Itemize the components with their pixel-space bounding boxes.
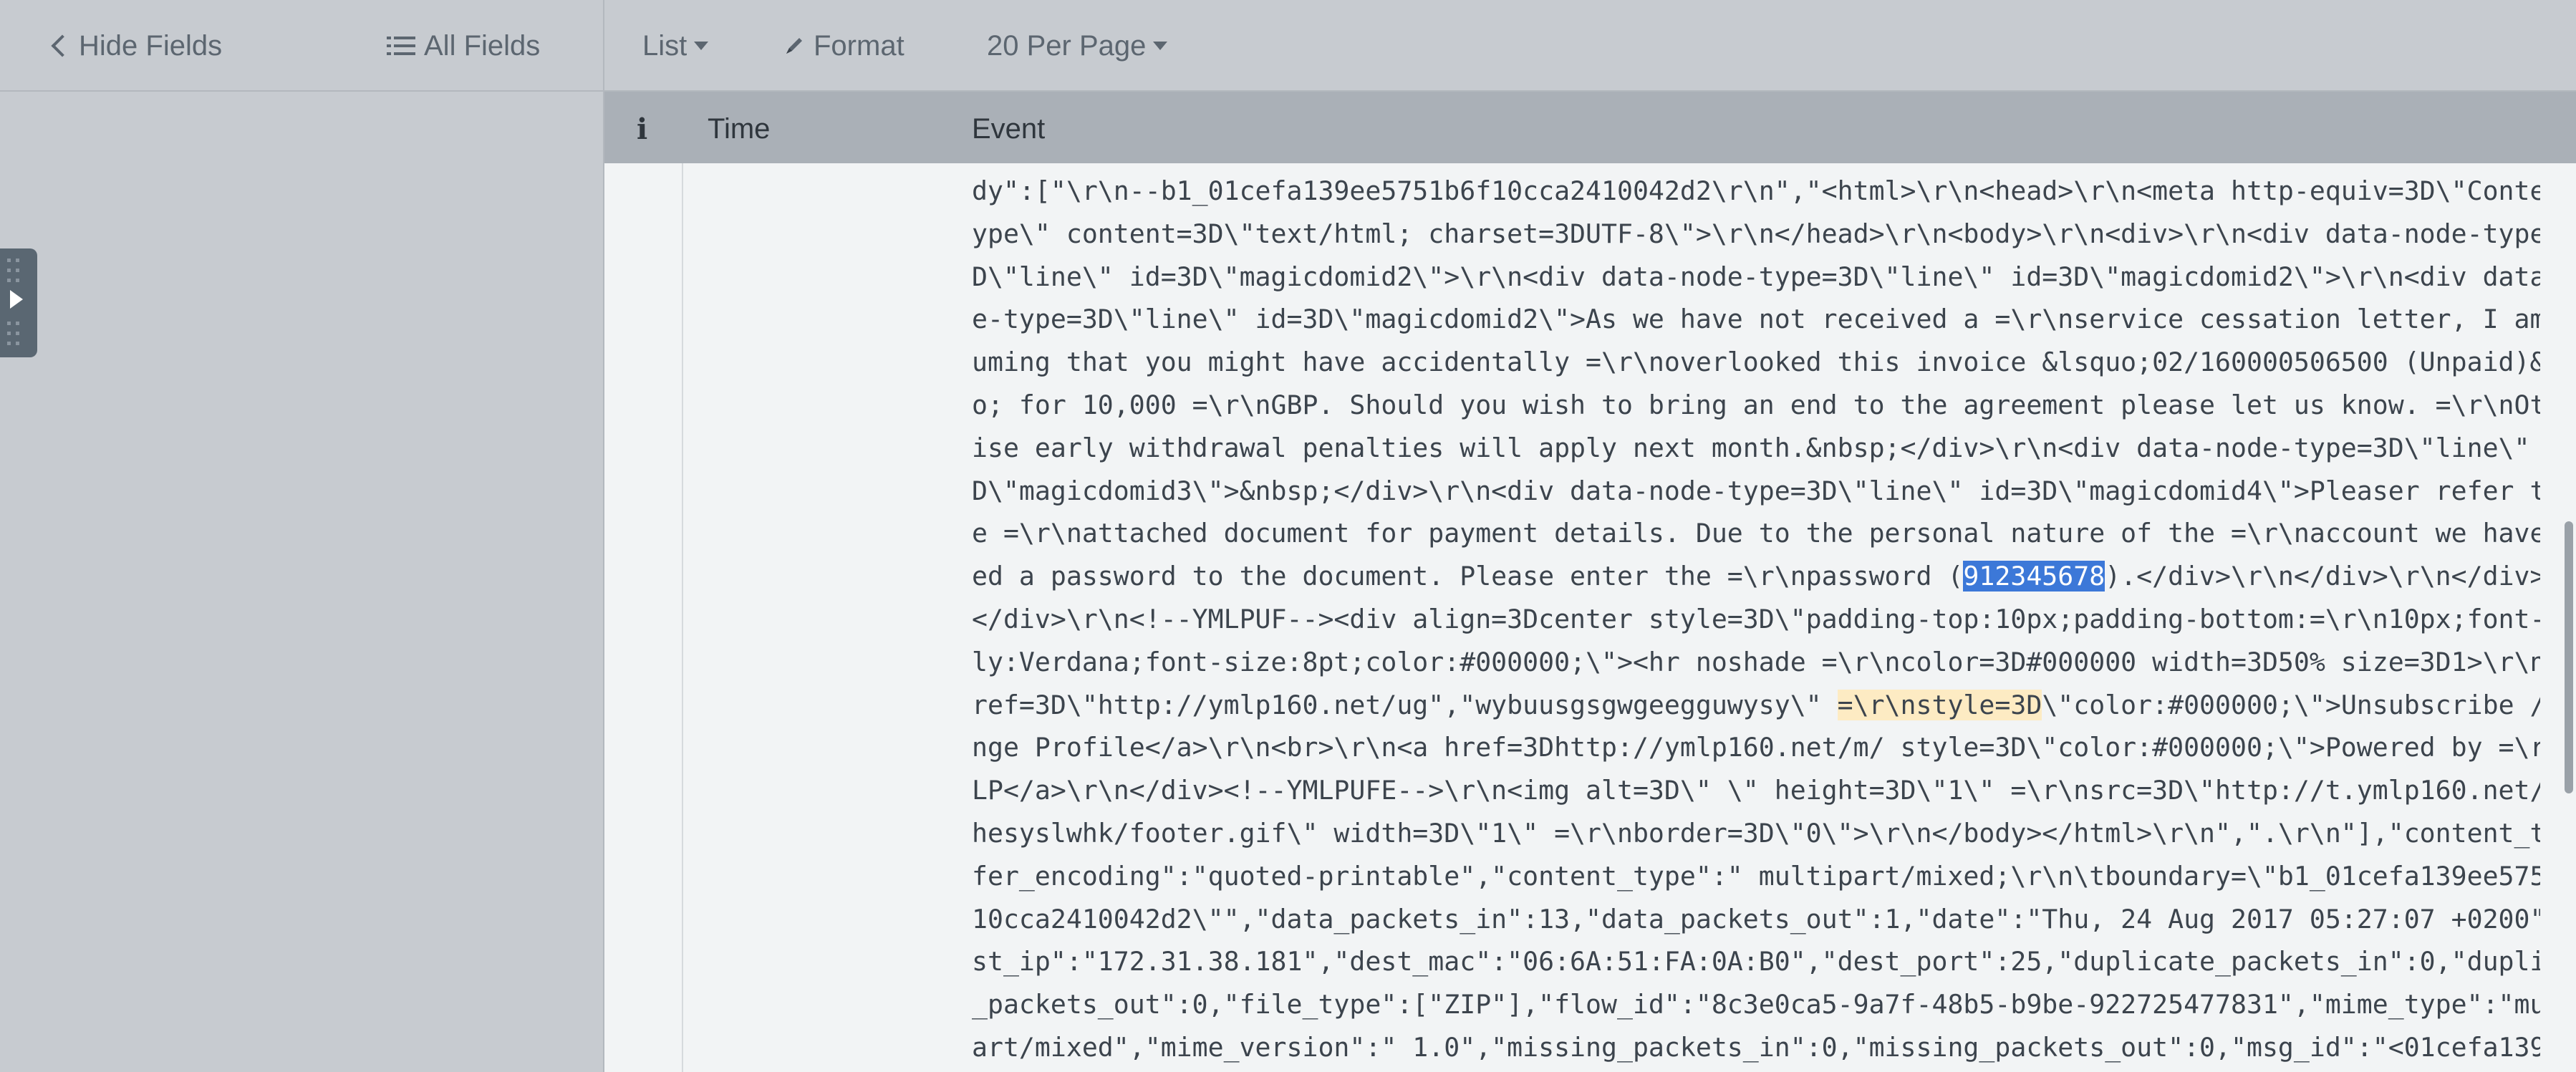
event-text-line: nge Profile</a>\r\n<br>\r\n<a href=3Dhtt… (972, 726, 2540, 769)
event-text-line: D\"line\" id=3D\"magicdomid2\">\r\n<div … (972, 256, 2540, 299)
event-text-segment: \"color:#000000;\">Unsubscribe / Cha (2042, 689, 2540, 720)
event-text-line: </div>\r\n<!--YMLPUF--><div align=3Dcent… (972, 598, 2540, 641)
event-text-segment: uming that you might have accidentally =… (972, 347, 2540, 378)
event-text-line: dy":["\r\n--b1_01cefa139ee5751b6f10cca24… (972, 170, 2540, 213)
format-button[interactable]: Format (783, 27, 905, 64)
event-text-segment: ).</div>\r\n</div>\r\n</div>\r\n (2105, 561, 2540, 592)
row-divider (682, 163, 683, 1072)
vertical-scrollbar[interactable] (2560, 163, 2576, 1072)
time-column-header[interactable]: Time (708, 110, 770, 148)
info-column-header[interactable]: i (637, 110, 647, 148)
event-text-segment: ly:Verdana;font-size:8pt;color:#000000;\… (972, 646, 2540, 677)
event-text-line: art/mixed","mime_version":" 1.0","missin… (972, 1026, 2540, 1069)
play-icon (10, 290, 23, 309)
event-text-segment: LP</a>\r\n</div><!--YMLPUFE-->\r\n<img a… (972, 775, 2540, 806)
caret-down-icon (1153, 42, 1168, 50)
event-text-segment: art/mixed","mime_version":" 1.0","missin… (972, 1031, 2540, 1063)
event-text-line: uming that you might have accidentally =… (972, 341, 2540, 384)
list-label: List (642, 29, 688, 62)
all-fields-label: All Fields (424, 29, 541, 62)
event-text-segment: dy":["\r\n--b1_01cefa139ee5751b6f10cca24… (972, 175, 2540, 206)
event-raw-text[interactable]: dy":["\r\n--b1_01cefa139ee5751b6f10cca24… (972, 170, 2540, 1069)
event-text-line: ype\" content=3D\"text/html; charset=3DU… (972, 213, 2540, 256)
event-text-line: _packets_out":0,"file_type":["ZIP"],"flo… (972, 983, 2540, 1026)
event-text-line: st_ip":"172.31.38.181","dest_mac":"06:6A… (972, 940, 2540, 983)
event-text-line: ed a password to the document. Please en… (972, 555, 2540, 598)
event-text-segment: ype\" content=3D\"text/html; charset=3DU… (972, 218, 2540, 249)
event-text-line: 10cca2410042d2\"","data_packets_in":13,"… (972, 898, 2540, 941)
event-text-segment: fer_encoding":"quoted-printable","conten… (972, 860, 2540, 892)
results-toolbar: List Format 20 Per Page (603, 0, 2576, 92)
scrollbar-thumb[interactable] (2565, 521, 2573, 793)
selected-password-text: 912345678 (1963, 561, 2105, 592)
event-text-line: fer_encoding":"quoted-printable","conten… (972, 855, 2540, 898)
time-column-label: Time (708, 112, 771, 145)
event-text-line: hesyslwhk/footer.gif\" width=3D\"1\" =\r… (972, 812, 2540, 855)
event-text-segment: ise early withdrawal penalties will appl… (972, 432, 2540, 463)
sidebar-header: Hide Fields All Fields (0, 0, 603, 92)
pencil-icon (786, 38, 802, 54)
event-text-line: o; for 10,000 =\r\nGBP. Should you wish … (972, 384, 2540, 427)
event-text-segment: ref=3D\"http://ymlp160.net/ug","wybuusgs… (972, 689, 1838, 720)
event-text-segment: nge Profile</a>\r\n<br>\r\n<a href=3Dhtt… (972, 732, 2540, 763)
event-text-segment: st_ip":"172.31.38.181","dest_mac":"06:6A… (972, 946, 2540, 977)
results-column-header: i Time Event (603, 92, 2576, 163)
event-column-header[interactable]: Event (972, 110, 1045, 148)
all-fields-button[interactable]: All Fields (387, 27, 540, 64)
event-column-label: Event (972, 112, 1046, 145)
event-text-segment: _packets_out":0,"file_type":["ZIP"],"flo… (972, 989, 2540, 1020)
event-text-line: e-type=3D\"line\" id=3D\"magicdomid2\">A… (972, 298, 2540, 341)
event-text-line: e =\r\nattached document for payment det… (972, 512, 2540, 555)
event-text-segment: D\"line\" id=3D\"magicdomid2\">\r\n<div … (972, 261, 2540, 292)
list-view-dropdown[interactable]: List (642, 27, 709, 64)
list-icon (387, 37, 415, 55)
hide-fields-button[interactable]: Hide Fields (51, 27, 223, 64)
per-page-dropdown[interactable]: 20 Per Page (987, 27, 1168, 64)
event-text-segment: e-type=3D\"line\" id=3D\"magicdomid2\">A… (972, 304, 2540, 335)
event-text-segment: </div>\r\n<!--YMLPUF--><div align=3Dcent… (972, 603, 2540, 634)
hide-fields-label: Hide Fields (79, 29, 223, 62)
event-text-segment: e =\r\nattached document for payment det… (972, 518, 2540, 549)
per-page-label: 20 Per Page (987, 29, 1147, 62)
fields-sidebar: Hide Fields All Fields (0, 0, 603, 1072)
event-text-segment: 10cca2410042d2\"","data_packets_in":13,"… (972, 903, 2540, 935)
event-text-line: ly:Verdana;font-size:8pt;color:#000000;\… (972, 641, 2540, 684)
event-text-line: ise early withdrawal penalties will appl… (972, 427, 2540, 470)
chevron-left-icon (51, 34, 74, 57)
event-text-line: D\"magicdomid3\">&nbsp;</div>\r\n<div da… (972, 470, 2540, 513)
highlighted-text: =\r\nstyle=3D (1837, 689, 2042, 720)
event-text-segment: D\"magicdomid3\">&nbsp;</div>\r\n<div da… (972, 475, 2540, 506)
results-list: dy":["\r\n--b1_01cefa139ee5751b6f10cca24… (603, 163, 2576, 1072)
caret-down-icon (694, 42, 709, 50)
sidebar-expand-tab[interactable] (0, 248, 37, 357)
event-text-segment: ed a password to the document. Please en… (972, 561, 1964, 592)
format-label: Format (814, 29, 905, 62)
event-text-line: LP</a>\r\n</div><!--YMLPUFE-->\r\n<img a… (972, 769, 2540, 812)
event-text-segment: hesyslwhk/footer.gif\" width=3D\"1\" =\r… (972, 817, 2540, 849)
event-text-line: ref=3D\"http://ymlp160.net/ug","wybuusgs… (972, 684, 2540, 727)
event-text-segment: o; for 10,000 =\r\nGBP. Should you wish … (972, 389, 2540, 420)
info-icon: i (637, 112, 648, 146)
